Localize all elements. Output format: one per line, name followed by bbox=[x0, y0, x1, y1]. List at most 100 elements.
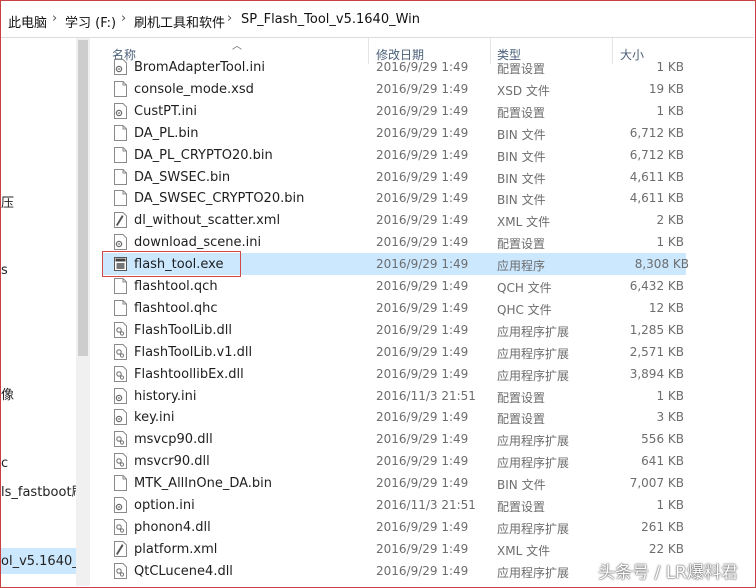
file-size: 4,611 KB bbox=[629, 169, 684, 184]
file-row[interactable]: flashtool.qch 2016/9/29 1:49 QCH 文件 6,432 K… bbox=[92, 275, 692, 297]
file-type: XML 文件 bbox=[497, 215, 551, 230]
file-type: 应用程序扩展 bbox=[497, 521, 570, 536]
file-row[interactable]: FlashToolLib.dll 2016/9/29 1:49 应用程序扩展 1,28… bbox=[92, 319, 692, 341]
breadcrumb-item-drive[interactable]: 学习 (F:) bbox=[65, 12, 116, 31]
nav-item-selected[interactable]: ol_v5.1640_W bbox=[1, 554, 81, 569]
file-type: BIN 文件 bbox=[497, 193, 546, 208]
nav-item[interactable]: c bbox=[1, 456, 8, 471]
dll-icon bbox=[114, 343, 127, 360]
file-name: DA_PL_CRYPTO20.bin bbox=[134, 147, 273, 163]
file-date: 2016/9/29 1:49 bbox=[376, 125, 469, 140]
file-row[interactable]: DA_PL.bin 2016/9/29 1:49 BIN 文件 6,712 KB bbox=[92, 122, 692, 144]
file-name: FlashToolLib.v1.dll bbox=[134, 344, 253, 360]
file-row[interactable]: DA_SWSEC.bin 2016/9/29 1:49 BIN 文件 4,611 KB bbox=[92, 166, 692, 188]
file-row[interactable]: flashtool.qhc 2016/9/29 1:49 QHC 文件 12 KB bbox=[92, 297, 692, 319]
file-type: QHC 文件 bbox=[497, 302, 552, 317]
nav-item[interactable]: 压 bbox=[1, 192, 14, 211]
file-name: msvcr90.dll bbox=[134, 454, 210, 470]
ini-settings-icon bbox=[114, 102, 127, 119]
ini-settings-icon bbox=[114, 387, 127, 404]
file-date: 2016/11/3 21:51 bbox=[376, 498, 476, 512]
file-row[interactable]: CustPT.ini 2016/9/29 1:49 配置设置 1 KB bbox=[92, 100, 692, 122]
file-date: 2016/9/29 1:49 bbox=[376, 235, 469, 250]
file-name: dl_without_scatter.xml bbox=[134, 213, 281, 229]
dll-icon bbox=[114, 321, 127, 338]
file-row[interactable]: MTK_AllInOne_DA.bin 2016/9/29 1:49 BIN 文件 7… bbox=[92, 472, 692, 494]
file-size: 1,285 KB bbox=[629, 322, 684, 337]
file-type: 配置设置 bbox=[497, 500, 546, 514]
file-row[interactable]: msvcr90.dll 2016/9/29 1:49 应用程序扩展 641 KB bbox=[92, 450, 692, 472]
file-row[interactable]: DA_PL_CRYPTO20.bin 2016/9/29 1:49 BIN 文件 6,… bbox=[92, 144, 692, 166]
file-type: 应用程序扩展 bbox=[497, 456, 570, 471]
file-type: 配置设置 bbox=[497, 237, 546, 252]
file-size: 1 KB bbox=[656, 388, 684, 403]
file-row[interactable]: DA_SWSEC_CRYPTO20.bin 2016/9/29 1:49 BIN 文… bbox=[92, 187, 692, 209]
watermark-text: 头条号 / LR爆料君 bbox=[598, 563, 738, 583]
file-row[interactable]: msvcp90.dll 2016/9/29 1:49 应用程序扩展 556 KB bbox=[92, 428, 692, 450]
file-type: BIN 文件 bbox=[497, 149, 546, 164]
chevron-right-icon[interactable]: › bbox=[227, 11, 232, 26]
nav-scrollbar-thumb[interactable] bbox=[78, 40, 88, 356]
file-date: 2016/9/29 1:49 bbox=[376, 410, 469, 425]
ini-settings-icon bbox=[114, 234, 127, 251]
breadcrumb-item-this-pc[interactable]: 此电脑 bbox=[8, 12, 47, 31]
file-row[interactable]: option.ini 2016/11/3 21:51 配置设置 1 KB bbox=[92, 494, 692, 516]
document-icon bbox=[114, 124, 127, 141]
file-type: 配置设置 bbox=[497, 62, 546, 76]
dll-icon bbox=[114, 365, 127, 382]
file-size: 4,611 KB bbox=[629, 191, 684, 206]
nav-item[interactable]: s bbox=[1, 263, 8, 278]
document-icon bbox=[114, 278, 127, 294]
file-row[interactable]: key.ini 2016/9/29 1:49 配置设置 3 KB bbox=[92, 406, 692, 428]
file-name: flashtool.qhc bbox=[134, 300, 218, 316]
file-size: 2,571 KB bbox=[629, 344, 684, 359]
document-icon bbox=[114, 475, 127, 492]
chevron-right-icon[interactable]: › bbox=[52, 11, 57, 26]
dll-icon bbox=[114, 518, 127, 535]
file-size: 19 KB bbox=[648, 81, 684, 96]
file-row[interactable]: download_scene.ini 2016/9/29 1:49 配置设置 1 KB bbox=[92, 231, 692, 253]
xml-icon bbox=[114, 212, 127, 229]
breadcrumb: 此电脑 › 学习 (F:) › 刷机工具和软件 › SP_Flash_Tool_… bbox=[1, 1, 754, 38]
file-name: phonon4.dll bbox=[134, 519, 211, 535]
file-name: MTK_AllInOne_DA.bin bbox=[134, 476, 273, 492]
file-date: 2016/9/29 1:49 bbox=[376, 213, 469, 228]
file-size: 641 KB bbox=[641, 454, 684, 469]
breadcrumb-item-folder[interactable]: 刷机工具和软件 bbox=[134, 12, 225, 31]
breadcrumb-item-current[interactable]: SP_Flash_Tool_v5.1640_Win bbox=[241, 12, 420, 27]
file-size: 556 KB bbox=[641, 432, 684, 447]
file-row[interactable]: FlashtoollibEx.dll 2016/9/29 1:49 应用程序扩展 3,… bbox=[92, 363, 692, 385]
file-date: 2016/9/29 1:49 bbox=[376, 147, 469, 162]
xml-icon bbox=[114, 540, 127, 557]
ini-settings-icon bbox=[114, 59, 127, 75]
file-date: 2016/9/29 1:49 bbox=[376, 60, 469, 74]
file-date: 2016/9/29 1:49 bbox=[376, 322, 469, 337]
file-name: BromAdapterTool.ini bbox=[134, 60, 266, 75]
highlight-annotation-box bbox=[102, 251, 241, 277]
file-type: 配置设置 bbox=[497, 390, 546, 405]
nav-item[interactable]: ls_fastboot刷 bbox=[1, 481, 81, 500]
file-row[interactable]: console_mode.xsd 2016/9/29 1:49 XSD 文件 19 K… bbox=[92, 78, 692, 100]
file-type: 配置设置 bbox=[497, 105, 546, 120]
nav-item[interactable]: 像 bbox=[1, 384, 14, 403]
file-row[interactable]: history.ini 2016/11/3 21:51 配置设置 1 KB bbox=[92, 385, 692, 407]
file-date: 2016/9/29 1:49 bbox=[376, 519, 469, 534]
file-row[interactable]: FlashToolLib.v1.dll 2016/9/29 1:49 应用程序扩展 2… bbox=[92, 341, 692, 363]
file-date: 2016/9/29 1:49 bbox=[376, 541, 469, 556]
dll-icon bbox=[114, 562, 127, 579]
file-size: 1 KB bbox=[656, 498, 684, 512]
file-name: FlashtoollibEx.dll bbox=[134, 366, 244, 382]
chevron-right-icon[interactable]: › bbox=[121, 11, 126, 26]
file-row[interactable]: dl_without_scatter.xml 2016/9/29 1:49 XML … bbox=[92, 209, 692, 231]
file-row[interactable]: platform.xml 2016/9/29 1:49 XML 文件 22 KB bbox=[92, 538, 692, 560]
file-row[interactable]: phonon4.dll 2016/9/29 1:49 应用程序扩展 261 KB bbox=[92, 516, 692, 538]
ini-settings-icon bbox=[114, 409, 127, 426]
file-date: 2016/9/29 1:49 bbox=[376, 563, 469, 578]
file-size: 6,712 KB bbox=[629, 125, 684, 140]
file-row[interactable]: BromAdapterTool.ini 2016/9/29 1:49 配置设置 1 K… bbox=[92, 58, 692, 78]
file-type: BIN 文件 bbox=[497, 478, 546, 493]
file-type: 应用程序扩展 bbox=[497, 324, 570, 339]
file-size: 1 KB bbox=[656, 60, 684, 74]
file-date: 2016/9/29 1:49 bbox=[376, 103, 469, 118]
file-size: 8,308 KB bbox=[634, 257, 689, 272]
